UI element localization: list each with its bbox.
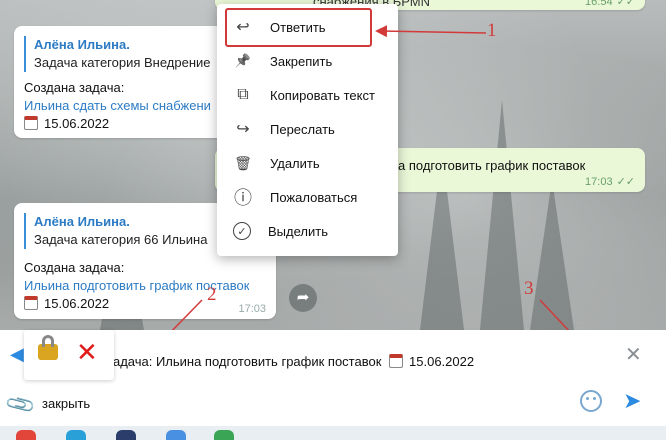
message-input[interactable]: закрыть xyxy=(42,396,90,411)
task-date: 15.06.2022 xyxy=(24,294,109,313)
lock-shackle xyxy=(42,335,54,347)
read-ticks-icon: ✓✓ xyxy=(616,176,635,188)
menu-item-label: Копировать текст xyxy=(270,87,375,103)
pin-icon: 📌 xyxy=(234,53,252,68)
menu-item-label: Закрепить xyxy=(270,53,333,69)
task-date: 15.06.2022 xyxy=(24,114,109,133)
task-link[interactable]: Ильина сдать схемы снабжени xyxy=(24,96,224,115)
lock-popup: ✕ xyxy=(24,330,114,380)
background-tree xyxy=(530,180,574,330)
quote-author: Алёна Ильина. xyxy=(34,37,130,52)
cross-icon[interactable]: ✕ xyxy=(76,338,98,366)
reply-arrow-icon: ◀ xyxy=(10,344,24,364)
menu-item-label: Переслать xyxy=(270,121,335,137)
created-label: Создана задача: xyxy=(24,80,125,95)
annotation-number: 1 xyxy=(487,20,497,41)
menu-item-label: Удалить xyxy=(270,155,320,171)
quote-block: Алёна Ильина. Задача категория Внедрение xyxy=(24,36,224,72)
trash-icon: 🗑 xyxy=(234,154,252,171)
read-ticks-icon: ✓✓ xyxy=(616,0,635,8)
emoji-icon[interactable] xyxy=(580,390,602,412)
menu-item-delete[interactable]: 🗑 Удалить xyxy=(217,146,398,180)
message-text: а подготовить график поставок xyxy=(398,158,586,173)
annotation-number: 3 xyxy=(524,278,534,299)
message-time: 17:03 xyxy=(238,303,266,315)
select-check-icon: ✓ xyxy=(233,222,251,240)
taskbar-app-icon[interactable] xyxy=(16,430,36,440)
calendar-icon xyxy=(24,296,38,310)
taskbar-app-icon[interactable] xyxy=(66,430,86,440)
created-label: Создана задача: xyxy=(24,260,125,275)
copy-icon: ⧉ xyxy=(237,86,249,103)
menu-item-label: Пожаловаться xyxy=(270,189,358,205)
taskbar-app-icon[interactable] xyxy=(116,430,136,440)
taskbar xyxy=(0,426,666,440)
send-icon[interactable]: ➤ xyxy=(623,388,641,414)
taskbar-app-icon[interactable] xyxy=(166,430,186,440)
taskbar-app-icon[interactable] xyxy=(214,430,234,440)
menu-item-select[interactable]: ✓ Выделить xyxy=(217,214,398,248)
annotation-number: 2 xyxy=(207,284,217,305)
report-icon: ⓘ xyxy=(234,188,252,208)
menu-item-forward[interactable]: ↪ Переслать xyxy=(217,112,398,146)
message-time: 16:54 ✓✓ xyxy=(585,0,635,8)
message-time: 17:03 ✓✓ xyxy=(585,176,635,188)
highlight-reply xyxy=(225,8,372,47)
background-tree xyxy=(480,100,524,330)
quote-text: Задача категория Внедрение xyxy=(34,55,211,70)
forward-icon: ↪ xyxy=(236,121,250,138)
close-reply-icon[interactable]: ✕ xyxy=(625,342,642,367)
incoming-message[interactable]: Алёна Ильина. Задача категория Внедрение… xyxy=(14,26,224,138)
menu-item-copy-text[interactable]: ⧉ Копировать текст xyxy=(217,78,398,112)
menu-item-pin[interactable]: 📌 Закрепить xyxy=(217,44,398,78)
reply-preview-text: задача: Ильина подготовить график постав… xyxy=(107,354,475,369)
calendar-icon xyxy=(389,354,404,368)
menu-item-report[interactable]: ⓘ Пожаловаться xyxy=(217,180,398,214)
menu-item-label: Выделить xyxy=(268,223,328,239)
calendar-icon xyxy=(24,116,38,130)
forward-message-icon[interactable]: ➦ xyxy=(289,284,317,312)
